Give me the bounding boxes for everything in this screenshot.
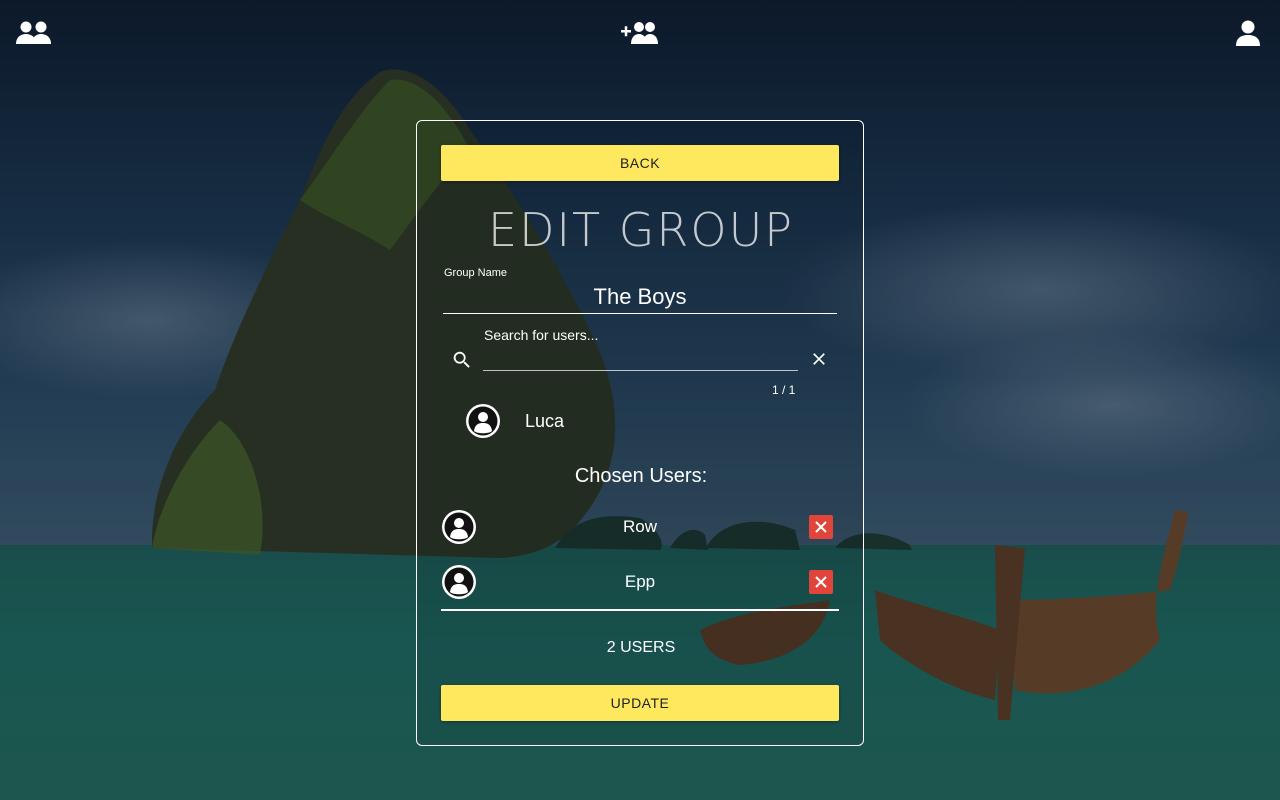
search-result-item[interactable]: Luca [465, 403, 805, 439]
remove-user-button[interactable] [809, 515, 833, 539]
chosen-user-row: Epp [441, 564, 839, 600]
clear-search-icon[interactable] [809, 349, 829, 369]
close-icon [815, 576, 827, 588]
page-title: EDIT GROUP [488, 203, 794, 257]
avatar-icon [465, 403, 501, 439]
chosen-users-heading: Chosen Users: [574, 465, 708, 487]
back-button[interactable]: BACK [441, 145, 839, 181]
close-icon [815, 521, 827, 533]
search-result-name: Luca [525, 411, 565, 431]
chosen-user-row: Row [441, 509, 839, 545]
divider [441, 609, 839, 611]
results-page-count: 1 / 1 [772, 383, 796, 397]
search-label: Search for users... [484, 327, 599, 343]
update-button[interactable]: UPDATE [441, 685, 839, 721]
search-input[interactable] [483, 347, 798, 371]
user-count: 2 USERS [606, 639, 676, 656]
search-icon [451, 349, 473, 371]
group-name-input[interactable] [443, 281, 837, 314]
add-group-icon[interactable] [620, 18, 660, 48]
chosen-user-name: Row [622, 517, 657, 536]
remove-user-button[interactable] [809, 570, 833, 594]
chosen-user-name: Epp [624, 572, 656, 591]
edit-group-panel: BACK EDIT GROUP Group Name Search for us… [416, 120, 864, 746]
groups-icon[interactable] [14, 18, 54, 48]
profile-icon[interactable] [1228, 18, 1268, 48]
group-name-label: Group Name [444, 267, 507, 279]
